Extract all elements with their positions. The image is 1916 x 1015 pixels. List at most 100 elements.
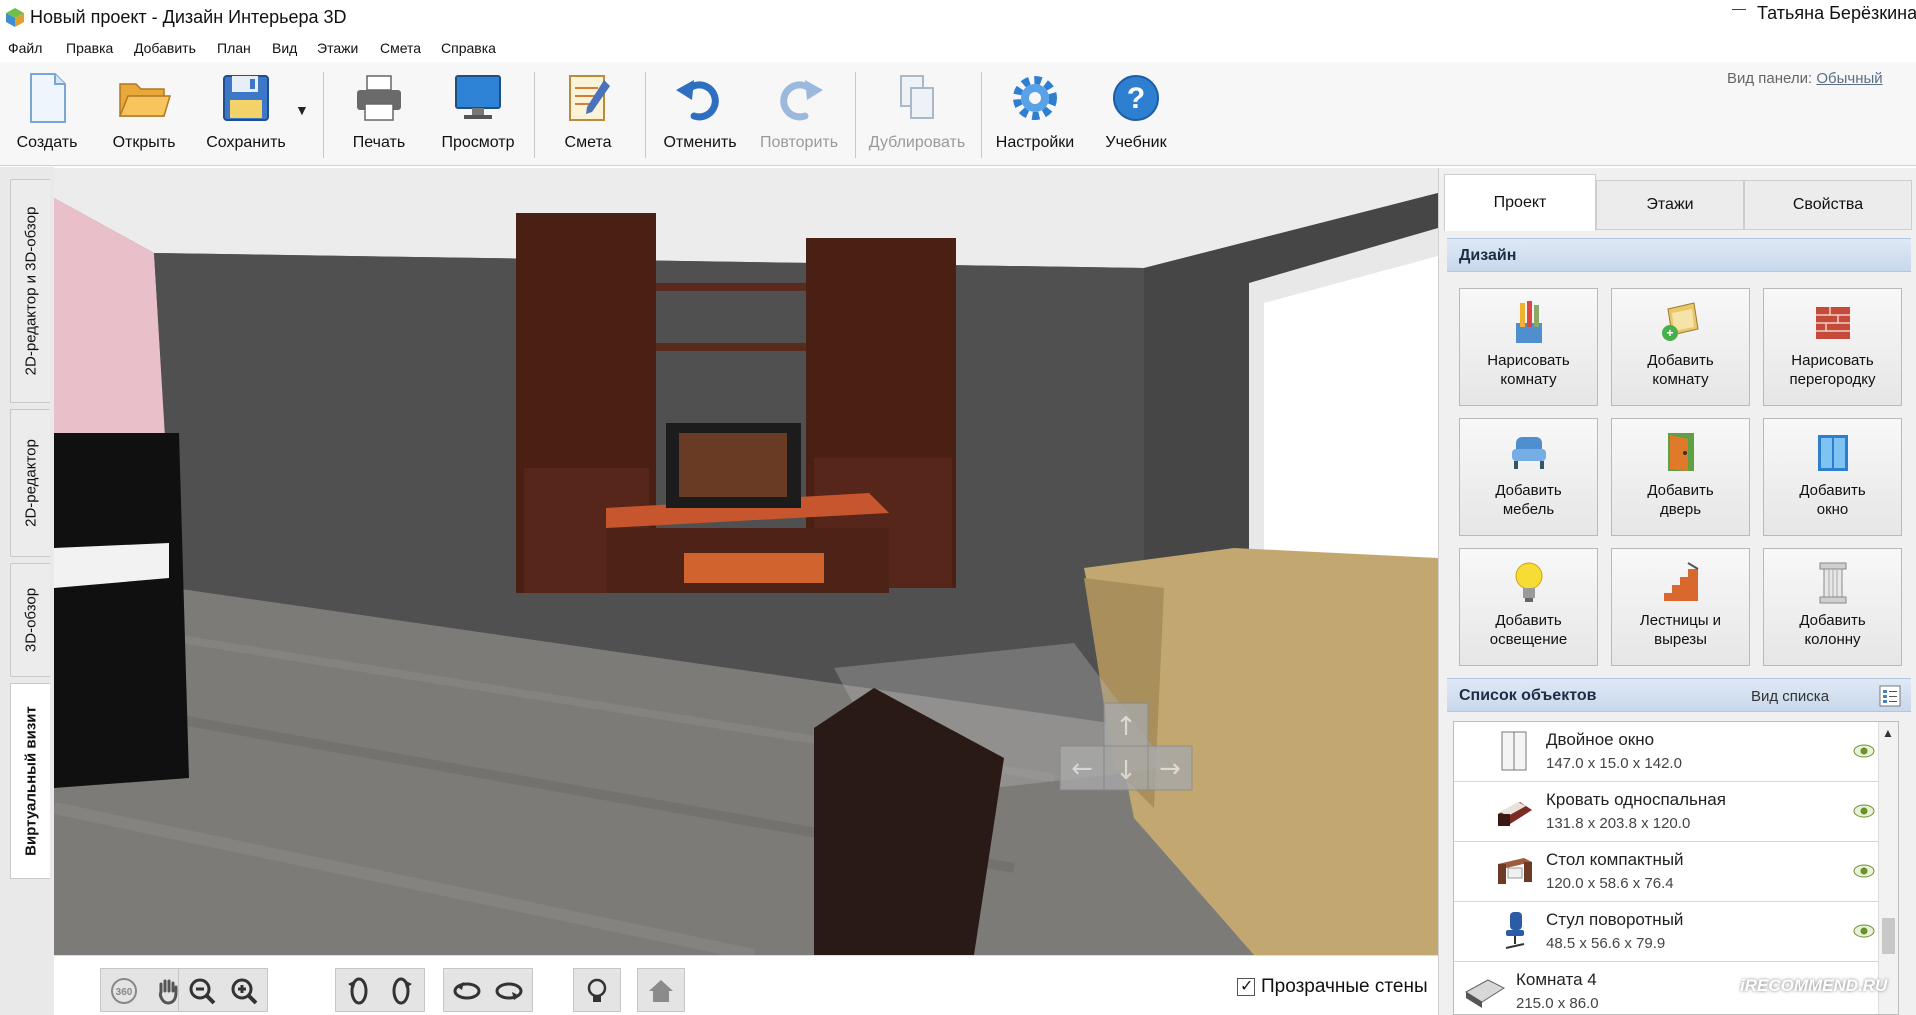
tab-floors[interactable]: Этажи <box>1596 180 1744 230</box>
add-room-icon: + <box>1661 302 1699 341</box>
tab-2d-3d[interactable]: 2D-редактор и 3D-обзор <box>10 179 50 403</box>
panel-view-label: Вид панели: <box>1727 70 1813 87</box>
menu-floors[interactable]: Этажи <box>317 40 358 56</box>
add-room-button[interactable]: + Добавить комнату <box>1611 288 1750 406</box>
monitor-icon <box>455 75 501 119</box>
redo-label: Повторить <box>759 134 839 151</box>
panel-view-link[interactable]: Обычный <box>1816 70 1882 87</box>
tab-project[interactable]: Проект <box>1444 174 1596 231</box>
bed-icon <box>1498 802 1532 826</box>
svg-text:+: + <box>1666 326 1673 340</box>
save-dropdown-icon[interactable]: ▼ <box>295 102 309 118</box>
duplicate-button[interactable]: Дублировать <box>865 70 969 162</box>
light-button[interactable] <box>578 973 616 1009</box>
viewport-controls: 360 ✓ Прозрачные стены <box>54 955 1438 1015</box>
object-dimensions: 48.5 x 56.6 x 79.9 <box>1546 935 1666 952</box>
minimize-icon[interactable]: — <box>1732 0 1748 20</box>
draw-partition-button[interactable]: Нарисовать перегородку <box>1763 288 1902 406</box>
tilt-down-button[interactable] <box>490 973 528 1009</box>
tab-properties[interactable]: Свойства <box>1744 180 1912 230</box>
orbit-group <box>335 968 425 1012</box>
add-column-button[interactable]: Добавить колонну <box>1763 548 1902 666</box>
lightbulb-icon <box>1515 562 1542 602</box>
visibility-eye-icon[interactable] <box>1852 742 1876 760</box>
objects-scrollbar[interactable]: ▲ <box>1878 722 1898 1014</box>
room-icon <box>1465 979 1506 1008</box>
tab-2d-editor[interactable]: 2D-редактор <box>10 409 50 557</box>
object-name: Комната 4 <box>1516 970 1597 989</box>
stairs-cutouts-button[interactable]: Лестницы и вырезы <box>1611 548 1750 666</box>
app-logo-icon <box>6 8 24 27</box>
menu-file[interactable]: Файл <box>8 40 42 56</box>
right-panel-tabs: Проект Этажи Свойства <box>1444 174 1914 231</box>
menu-edit[interactable]: Правка <box>66 40 113 56</box>
svg-text:←: ← <box>1071 754 1093 784</box>
toolbar-divider <box>645 72 646 158</box>
undo-button[interactable]: Отменить <box>660 70 740 162</box>
redo-button[interactable]: Повторить <box>756 70 842 162</box>
tab-3d-view[interactable]: 3D-обзор <box>10 563 50 677</box>
settings-button[interactable]: Настройки <box>992 70 1078 162</box>
create-button[interactable]: Создать <box>8 70 86 162</box>
transparent-walls-label: Прозрачные стены <box>1261 976 1428 997</box>
visibility-eye-icon[interactable] <box>1852 922 1876 940</box>
add-room-label: Добавить комнату <box>1647 352 1714 388</box>
rotate-360-button[interactable]: 360 <box>105 973 143 1009</box>
zoom-in-button[interactable] <box>225 973 263 1009</box>
list-item[interactable]: Двойное окно 147.0 x 15.0 x 142.0 <box>1454 722 1878 782</box>
3d-viewport[interactable]: ↑ ← ↓ → <box>54 168 1438 955</box>
list-view-icon[interactable] <box>1879 685 1901 707</box>
add-furniture-button[interactable]: Добавить мебель <box>1459 418 1598 536</box>
list-item[interactable]: Стул поворотный 48.5 x 56.6 x 79.9 <box>1454 902 1878 962</box>
draw-room-label: Нарисовать комнату <box>1487 352 1570 388</box>
transparent-walls-toggle[interactable]: Прозрачные стены <box>1237 976 1428 998</box>
estimate-button[interactable]: Смета <box>552 70 624 162</box>
print-button[interactable]: Печать <box>340 70 418 162</box>
home-group <box>637 968 685 1012</box>
add-door-label: Добавить дверь <box>1647 482 1714 518</box>
tilt-up-button[interactable] <box>448 973 486 1009</box>
menu-plan[interactable]: План <box>217 40 251 56</box>
draw-room-button[interactable]: Нарисовать комнату <box>1459 288 1598 406</box>
zoom-out-button[interactable] <box>183 973 221 1009</box>
tutorial-button[interactable]: ? Учебник <box>1096 70 1176 162</box>
svg-text:↓: ↓ <box>1115 756 1137 786</box>
undo-icon <box>676 80 719 121</box>
add-door-button[interactable]: Добавить дверь <box>1611 418 1750 536</box>
zoom-in-icon <box>231 978 258 1005</box>
lightbulb-icon <box>587 978 607 1002</box>
object-dimensions: 147.0 x 15.0 x 142.0 <box>1546 755 1682 772</box>
orbit-left-button[interactable] <box>340 973 378 1009</box>
menu-view[interactable]: Вид <box>272 40 297 56</box>
menu-add[interactable]: Добавить <box>134 40 196 56</box>
open-button[interactable]: Открыть <box>104 70 184 162</box>
list-view-label[interactable]: Вид списка <box>1751 688 1829 705</box>
add-lighting-button[interactable]: Добавить освещение <box>1459 548 1598 666</box>
add-column-label: Добавить колонну <box>1799 612 1866 648</box>
light-group <box>573 968 621 1012</box>
transparent-walls-checkbox[interactable] <box>1237 976 1255 996</box>
home-button[interactable] <box>642 973 680 1009</box>
menu-estimate[interactable]: Смета <box>380 40 421 56</box>
notepad-pencil-icon <box>569 75 610 121</box>
save-label: Сохранить <box>206 134 286 151</box>
scroll-thumb[interactable] <box>1882 918 1895 954</box>
toolbar-divider <box>534 72 535 158</box>
add-window-button[interactable]: Добавить окно <box>1763 418 1902 536</box>
list-item[interactable]: Кровать односпальная 131.8 x 203.8 x 120… <box>1454 782 1878 842</box>
undo-label: Отменить <box>663 134 737 151</box>
preview-button[interactable]: Просмотр <box>436 70 520 162</box>
user-name[interactable]: Татьяна Берёзкина <box>1757 3 1916 24</box>
object-name: Стол компактный <box>1546 850 1684 869</box>
visibility-eye-icon[interactable] <box>1852 862 1876 880</box>
visibility-eye-icon[interactable] <box>1852 802 1876 820</box>
objects-list[interactable]: Двойное окно 147.0 x 15.0 x 142.0 Кроват… <box>1453 721 1899 1015</box>
orbit-right-button[interactable] <box>382 973 420 1009</box>
list-item[interactable]: Стол компактный 120.0 x 58.6 x 76.4 <box>1454 842 1878 902</box>
folder-icon <box>118 83 172 117</box>
save-button[interactable]: Сохранить <box>200 70 292 162</box>
menu-help[interactable]: Справка <box>441 40 496 56</box>
title-bar: Новый проект - Дизайн Интерьера 3D — Тат… <box>0 0 1916 34</box>
scroll-up-icon[interactable]: ▲ <box>1882 726 1894 740</box>
tab-virtual-visit[interactable]: Виртуальный визит <box>10 683 50 879</box>
